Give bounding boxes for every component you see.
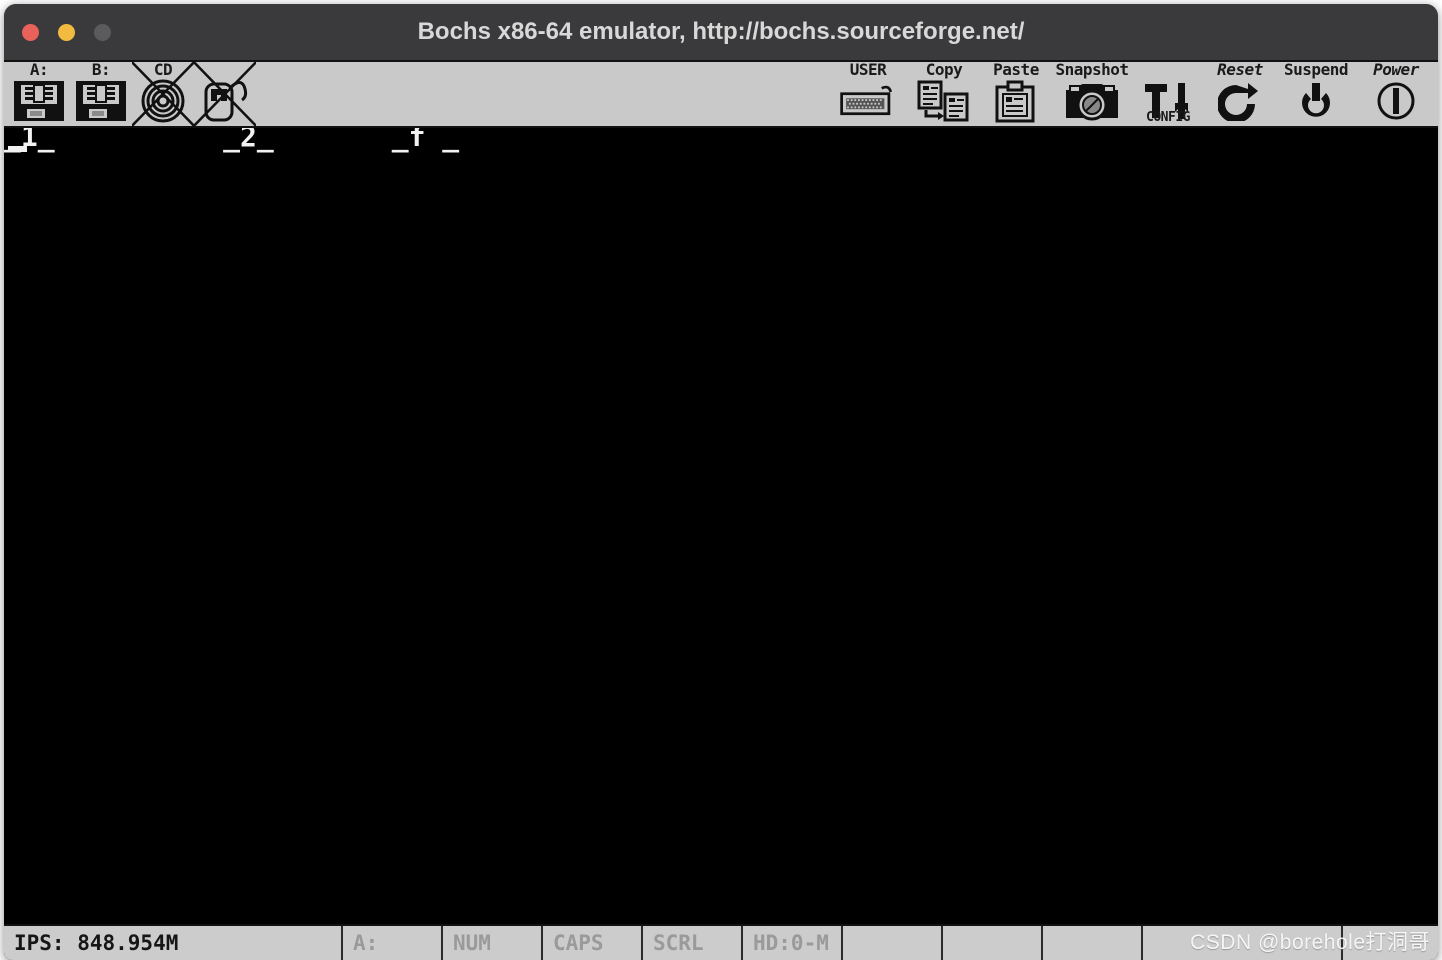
status-scroll-lock-label: SCRL	[653, 931, 704, 955]
emulator-screen[interactable]: _1_ _2_ _f _	[4, 128, 1438, 924]
suspend-label: Suspend	[1284, 60, 1348, 79]
status-harddisk-label: HD:0-M	[753, 931, 829, 955]
floppy-b-button[interactable]: B:	[70, 62, 132, 126]
status-spare-2	[943, 926, 1043, 960]
copy-button[interactable]: Copy	[908, 62, 980, 126]
cdrom-button[interactable]: CD	[132, 62, 194, 126]
copy-label: Copy	[925, 60, 963, 79]
copy-icon	[914, 78, 974, 124]
keyboard-icon	[838, 78, 898, 124]
status-spare-4	[1143, 926, 1343, 960]
power-icon	[1366, 78, 1426, 124]
status-spare-5	[1343, 926, 1438, 960]
snapshot-button[interactable]: Snapshot	[1052, 62, 1132, 126]
power-label: Power	[1373, 60, 1419, 79]
bochs-window: Bochs x86-64 emulator, http://bochs.sour…	[4, 4, 1438, 960]
window-title: Bochs x86-64 emulator, http://bochs.sour…	[417, 18, 1025, 45]
floppy-a-label: A:	[29, 60, 49, 79]
floppy-a-button[interactable]: A:	[8, 62, 70, 126]
status-scroll-lock: SCRL	[643, 926, 743, 960]
status-spare-3	[1043, 926, 1143, 960]
suspend-button[interactable]: Suspend	[1276, 62, 1356, 126]
toolbar-right-group: USER Copy Paste Snapshot CONFIG Reset Su…	[828, 62, 1436, 126]
floppy-b-label: B:	[91, 60, 111, 79]
toolbar-left-group: A: B: CD	[8, 62, 256, 126]
window-titlebar: Bochs x86-64 emulator, http://bochs.sour…	[4, 4, 1438, 60]
bochs-toolbar: A: B: CD USER Copy Paste Snapshot CONFIG…	[4, 60, 1438, 128]
paste-button[interactable]: Paste	[980, 62, 1052, 126]
reset-icon	[1210, 78, 1270, 124]
status-floppy-a-label: A:	[353, 931, 379, 955]
floppy-a-icon	[9, 78, 69, 124]
screenshot-root: Bochs x86-64 emulator, http://bochs.sour…	[0, 0, 1442, 960]
status-harddisk: HD:0-M	[743, 926, 843, 960]
reset-label: Reset	[1217, 60, 1263, 79]
status-num-lock-label: NUM	[453, 931, 491, 955]
suspend-icon	[1286, 78, 1346, 124]
screen-line-1: _1_ _2_ _f _	[4, 128, 460, 153]
mouse-button[interactable]	[194, 62, 256, 126]
snapshot-label: Snapshot	[1055, 60, 1129, 79]
user-label: USER	[849, 60, 887, 79]
text-cursor	[8, 146, 27, 152]
cdrom-icon	[133, 78, 193, 124]
paste-label: Paste	[993, 60, 1039, 79]
clipboard-icon	[986, 78, 1046, 124]
mouse-icon	[195, 78, 255, 124]
reset-button[interactable]: Reset	[1204, 62, 1276, 126]
status-caps-lock-label: CAPS	[553, 931, 604, 955]
status-caps-lock: CAPS	[543, 926, 643, 960]
status-ips: IPS: 848.954M	[4, 926, 343, 960]
floppy-b-icon	[71, 78, 131, 124]
config-button[interactable]: CONFIG	[1132, 62, 1204, 126]
power-button[interactable]: Power	[1356, 62, 1436, 126]
user-button[interactable]: USER	[828, 62, 908, 126]
status-floppy-a[interactable]: A:	[343, 926, 443, 960]
status-num-lock: NUM	[443, 926, 543, 960]
config-label: CONFIG	[1146, 110, 1190, 125]
status-spare-1	[843, 926, 943, 960]
camera-icon	[1062, 78, 1122, 124]
cdrom-label: CD	[153, 60, 173, 79]
status-bar: IPS: 848.954M A: NUM CAPS SCRL HD:0-M	[4, 924, 1438, 960]
status-ips-label: IPS: 848.954M	[14, 931, 179, 955]
